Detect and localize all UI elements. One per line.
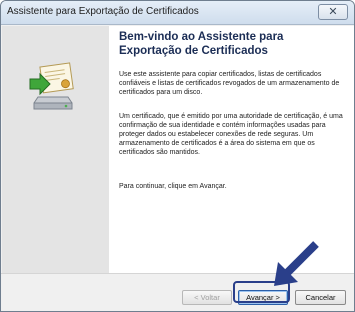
window-title: Assistente para Exportação de Certificad… (7, 6, 199, 17)
wizard-heading: Bem-vindo ao Assistente para Exportação … (119, 31, 284, 57)
back-button[interactable]: < Voltar (182, 290, 232, 305)
wizard-side-panel (2, 26, 109, 273)
title-bar: Assistente para Exportação de Certificad… (1, 1, 354, 25)
cancel-button[interactable]: Cancelar (295, 290, 346, 305)
next-button-highlight (233, 281, 290, 303)
intro-paragraph: Use este assistente para copiar certific… (119, 71, 340, 96)
close-button[interactable]: ✕ (318, 4, 348, 20)
description-paragraph: Um certificado, que é emitido por uma au… (119, 113, 343, 156)
certificate-export-wizard-icon (29, 62, 74, 110)
continue-instruction: Para continuar, clique em Avançar. (119, 183, 227, 190)
wizard-content: Bem-vindo ao Assistente para Exportação … (109, 26, 354, 273)
